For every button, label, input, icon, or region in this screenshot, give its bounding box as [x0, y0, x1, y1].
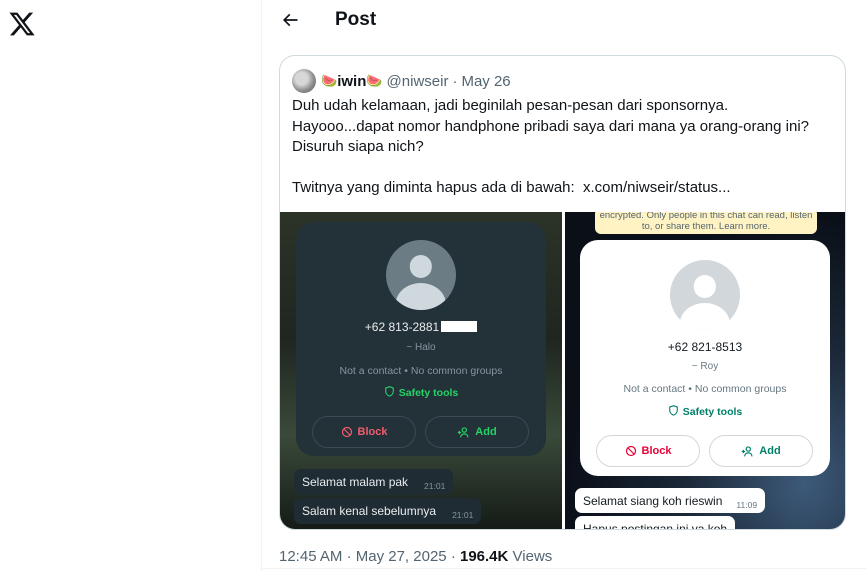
- author-handle[interactable]: @niwseir: [387, 73, 449, 90]
- block-button: Block: [312, 416, 416, 448]
- author-name[interactable]: iwin: [337, 73, 366, 90]
- quoted-post[interactable]: 🍉 iwin 🍉 @niwseir · May 26 Duh udah kela…: [279, 55, 846, 530]
- redaction-box: [441, 321, 478, 332]
- contact-avatar: [386, 240, 456, 310]
- main-column: Post 🍉 iwin 🍉 @niwseir · May 26 Duh udah…: [262, 0, 866, 571]
- contact-phone: +62 821-8513: [667, 340, 743, 354]
- arrow-left-icon: [282, 13, 298, 27]
- chat-message: Selamat malam pak 21:01: [294, 469, 454, 495]
- quoted-post-header: 🍉 iwin 🍉 @niwseir · May 26: [292, 69, 511, 93]
- views-count: 196.4K: [459, 548, 509, 565]
- block-icon: [341, 426, 352, 438]
- chat-message: Hapus postingan ini ya koh: [575, 516, 736, 529]
- post-full-date[interactable]: May 27, 2025: [356, 548, 447, 565]
- block-icon: [625, 445, 636, 457]
- chat-message: Salam kenal sebelumnya 21:01: [294, 498, 482, 524]
- safety-tools-link: Safety tools: [296, 386, 546, 399]
- contact-avatar: [670, 260, 740, 330]
- contact-card: +62 821-8513 ~ Roy Not a contact • No co…: [580, 240, 830, 476]
- x-logo-icon[interactable]: [8, 10, 36, 38]
- add-person-icon: [458, 426, 469, 437]
- back-button[interactable]: [278, 8, 302, 32]
- media-grid: +62 813-2881 ~ Halo Not a contact • No c…: [280, 212, 845, 529]
- contact-info: Not a contact • No common groups: [623, 383, 787, 395]
- page-title: Post: [335, 9, 377, 30]
- add-contact-button: Add: [709, 435, 813, 467]
- media-image-dark-whatsapp[interactable]: +62 813-2881 ~ Halo Not a contact • No c…: [280, 212, 562, 529]
- block-button: Block: [596, 435, 700, 467]
- post-date[interactable]: May 26: [461, 73, 510, 90]
- divider: [262, 568, 866, 569]
- name-emoji-right: 🍉: [366, 73, 383, 88]
- post-header: Post: [262, 0, 866, 42]
- shield-icon: [384, 386, 394, 397]
- contact-about: ~ Halo: [406, 342, 436, 353]
- contact-about: ~ Roy: [691, 361, 719, 372]
- add-person-icon: [742, 445, 753, 456]
- contact-card: +62 813-2881 ~ Halo Not a contact • No c…: [296, 222, 546, 456]
- contact-phone: +62 813-2881: [296, 320, 546, 334]
- post-time[interactable]: 12:45 AM: [279, 548, 342, 565]
- chat-message: Selamat siang koh rieswin 11:09: [575, 488, 766, 513]
- post-metadata: 12:45 AM · May 27, 2025 · 196.4K Views: [279, 548, 552, 565]
- media-image-light-whatsapp[interactable]: encrypted. Only people in this chat can …: [565, 212, 845, 529]
- quoted-post-text: Duh udah kelamaan, jadi beginilah pesan-…: [292, 97, 810, 196]
- separator-dot: ·: [452, 72, 458, 90]
- separator-dot: ·: [346, 548, 352, 565]
- contact-info: Not a contact • No common groups: [339, 365, 503, 377]
- separator-dot: ·: [450, 548, 456, 565]
- avatar[interactable]: [292, 69, 316, 93]
- views-label: Views: [512, 548, 553, 565]
- left-nav-rail: [0, 0, 262, 571]
- add-contact-button: Add: [425, 416, 529, 448]
- encryption-notice: encrypted. Only people in this chat can …: [595, 212, 817, 234]
- safety-tools-link: Safety tools: [580, 405, 830, 418]
- name-emoji-left: 🍉: [321, 73, 338, 88]
- shield-icon: [668, 405, 678, 416]
